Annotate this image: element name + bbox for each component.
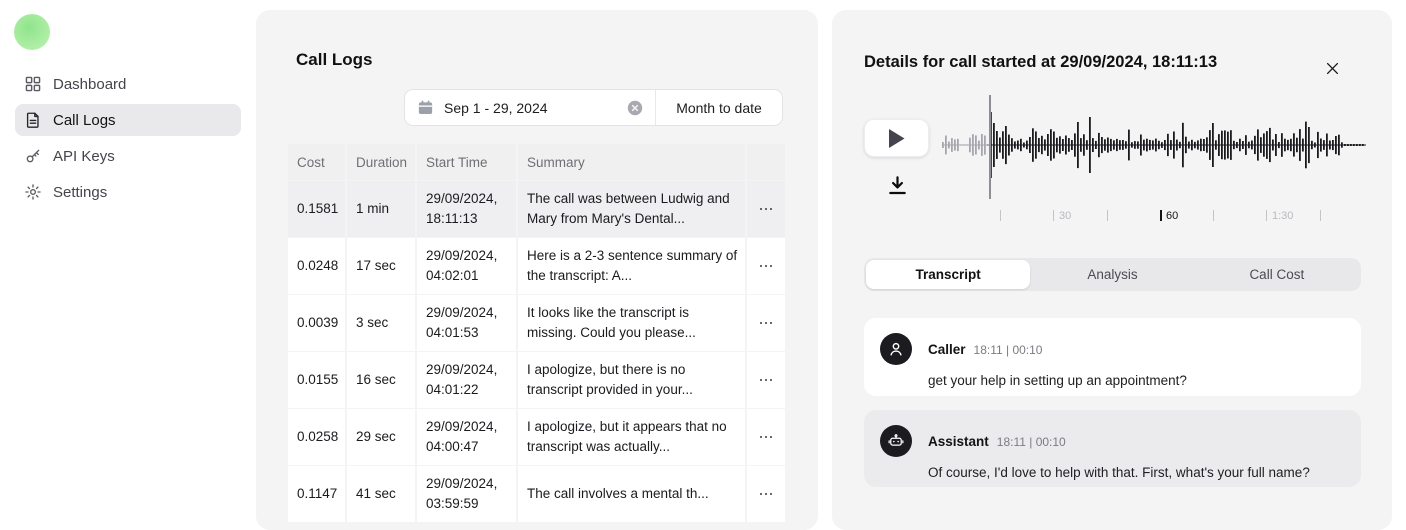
- sidebar: Dashboard Call Logs API Keys: [0, 0, 256, 502]
- summary-cell: The call was between Ludwig and Mary fro…: [518, 181, 745, 237]
- page-title: Call Logs: [296, 50, 373, 70]
- start-time-cell: 29/09/2024,04:01:53: [417, 295, 516, 351]
- sidebar-item-label: Dashboard: [53, 76, 126, 93]
- sidebar-item-api-keys[interactable]: API Keys: [15, 140, 241, 172]
- call-logs-table: Cost Duration Start Time Summary 0.1581 …: [288, 144, 785, 522]
- transcript-message-caller: Caller 18:11 | 00:10 get your help in se…: [864, 318, 1361, 396]
- file-text-icon: [24, 111, 42, 129]
- calendar-icon: [417, 99, 434, 116]
- play-icon: [886, 127, 907, 150]
- month-to-date-button[interactable]: Month to date: [656, 90, 782, 125]
- summary-cell: I apologize, but there is no transcript …: [518, 352, 745, 408]
- message-role: Caller: [928, 342, 966, 357]
- transcript-message-assistant: Assistant 18:11 | 00:10 Of course, I'd l…: [864, 410, 1361, 487]
- cost-cell: 0.1581: [288, 181, 345, 237]
- sidebar-item-label: API Keys: [53, 148, 115, 165]
- robot-icon: [887, 432, 905, 450]
- summary-cell: It looks like the transcript is missing.…: [518, 295, 745, 351]
- table-row[interactable]: 0.0248 17 sec 29/09/2024,04:02:01 Here i…: [288, 238, 785, 294]
- cost-cell: 0.0248: [288, 238, 345, 294]
- message-role: Assistant: [928, 434, 989, 449]
- timeline-label-60: 60: [1166, 210, 1178, 222]
- waveform-timeline: 30 60 1:30: [832, 207, 1392, 229]
- call-logs-panel: Call Logs Sep 1 - 29, 2024 Month to date: [256, 10, 818, 530]
- start-time-cell: 29/09/2024,04:01:22: [417, 352, 516, 408]
- date-range-picker[interactable]: Sep 1 - 29, 2024: [405, 90, 655, 125]
- summary-cell: I apologize, but it appears that no tran…: [518, 409, 745, 465]
- table-row[interactable]: 0.0258 29 sec 29/09/2024,04:00:47 I apol…: [288, 409, 785, 465]
- cost-cell: 0.1147: [288, 466, 345, 522]
- date-filter-bar: Sep 1 - 29, 2024 Month to date: [404, 89, 783, 126]
- tab-call-cost[interactable]: Call Cost: [1195, 260, 1359, 289]
- row-menu-button[interactable]: [754, 373, 779, 388]
- summary-cell: Here is a 2-3 sentence summary of the tr…: [518, 238, 745, 294]
- message-timestamp: 18:11 | 00:10: [997, 435, 1066, 449]
- cost-cell: 0.0258: [288, 409, 345, 465]
- sidebar-item-label: Settings: [53, 184, 107, 201]
- sidebar-nav: Dashboard Call Logs API Keys: [0, 64, 256, 212]
- close-details-button[interactable]: [1321, 57, 1343, 79]
- table-row[interactable]: 0.0039 3 sec 29/09/2024,04:01:53 It look…: [288, 295, 785, 351]
- play-button[interactable]: [864, 119, 929, 157]
- timeline-label-30: 30: [1059, 210, 1071, 222]
- summary-cell: The call involves a mental th...: [518, 466, 745, 522]
- playback-cursor[interactable]: [989, 95, 991, 199]
- tab-transcript[interactable]: Transcript: [866, 260, 1030, 289]
- duration-cell: 16 sec: [347, 352, 415, 408]
- dashboard-grid-icon: [24, 75, 42, 93]
- download-icon: [886, 174, 909, 197]
- header-cost: Cost: [288, 144, 345, 180]
- duration-cell: 3 sec: [347, 295, 415, 351]
- start-time-cell: 29/09/2024,04:00:47: [417, 409, 516, 465]
- duration-cell: 1 min: [347, 181, 415, 237]
- header-summary: Summary: [518, 144, 745, 180]
- person-icon: [887, 340, 905, 358]
- start-time-cell: 29/09/2024,18:11:13: [417, 181, 516, 237]
- app-logo[interactable]: [14, 14, 50, 50]
- sidebar-item-label: Call Logs: [53, 112, 116, 129]
- row-menu-button[interactable]: [754, 259, 779, 274]
- sidebar-item-call-logs[interactable]: Call Logs: [15, 104, 241, 136]
- row-menu-button[interactable]: [754, 202, 779, 217]
- duration-cell: 41 sec: [347, 466, 415, 522]
- message-timestamp: 18:11 | 00:10: [974, 343, 1043, 357]
- caller-avatar: [880, 333, 912, 365]
- row-menu-button[interactable]: [754, 487, 779, 502]
- audio-waveform[interactable]: [942, 97, 1366, 193]
- close-icon: [1325, 61, 1340, 76]
- date-range-value: Sep 1 - 29, 2024: [444, 100, 617, 116]
- download-audio-button[interactable]: [882, 170, 912, 200]
- gear-icon: [24, 183, 42, 201]
- cost-cell: 0.0039: [288, 295, 345, 351]
- clear-date-filter-button[interactable]: [627, 100, 643, 116]
- message-text: get your help in setting up an appointme…: [928, 373, 1345, 388]
- sidebar-item-settings[interactable]: Settings: [15, 176, 241, 208]
- row-menu-button[interactable]: [754, 316, 779, 331]
- start-time-cell: 29/09/2024,04:02:01: [417, 238, 516, 294]
- cost-cell: 0.0155: [288, 352, 345, 408]
- table-row[interactable]: 0.1147 41 sec 29/09/2024,03:59:59 The ca…: [288, 466, 785, 522]
- header-duration: Duration: [347, 144, 415, 180]
- details-tabs: Transcript Analysis Call Cost: [864, 258, 1361, 291]
- header-start-time: Start Time: [417, 144, 516, 180]
- row-menu-button[interactable]: [754, 430, 779, 445]
- table-row[interactable]: 0.0155 16 sec 29/09/2024,04:01:22 I apol…: [288, 352, 785, 408]
- table-header-row: Cost Duration Start Time Summary: [288, 144, 785, 180]
- tab-analysis[interactable]: Analysis: [1030, 260, 1194, 289]
- table-row[interactable]: 0.1581 1 min 29/09/2024,18:11:13 The cal…: [288, 181, 785, 237]
- timeline-label-90: 1:30: [1272, 210, 1293, 222]
- duration-cell: 29 sec: [347, 409, 415, 465]
- sidebar-item-dashboard[interactable]: Dashboard: [15, 68, 241, 100]
- call-details-panel: Details for call started at 29/09/2024, …: [832, 10, 1392, 530]
- details-title: Details for call started at 29/09/2024, …: [864, 53, 1217, 72]
- key-icon: [24, 147, 42, 165]
- start-time-cell: 29/09/2024,03:59:59: [417, 466, 516, 522]
- message-text: Of course, I'd love to help with that. F…: [928, 465, 1345, 480]
- duration-cell: 17 sec: [347, 238, 415, 294]
- assistant-avatar: [880, 425, 912, 457]
